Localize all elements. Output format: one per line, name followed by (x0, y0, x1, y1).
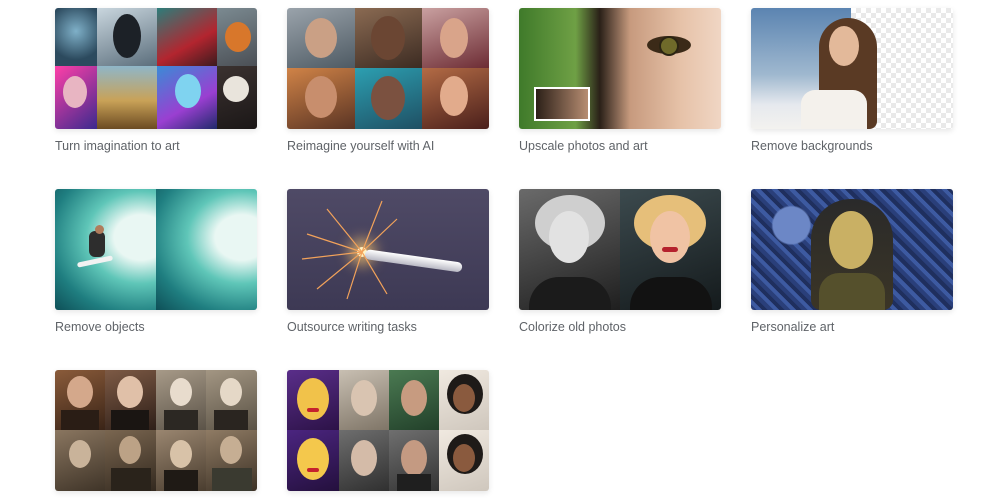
upscale-eye-closeup-image (519, 8, 721, 129)
card-caption: Colorize old photos (519, 320, 627, 334)
card-upscale-photos[interactable]: Upscale photos and art (519, 8, 721, 153)
card-remove-backgrounds[interactable]: Remove backgrounds (751, 8, 953, 153)
remove-objects-surfer-image (55, 189, 257, 310)
card-caption: Personalize art (751, 320, 835, 334)
imagination-art-collage-image (55, 8, 257, 129)
personalized-mona-lisa-image (751, 189, 953, 310)
card-cartoon-portraits[interactable] (287, 370, 489, 501)
sparkler-pen-image (287, 189, 489, 310)
card-remove-objects[interactable]: Remove objects (55, 189, 257, 334)
remove-background-portrait-image (751, 8, 953, 129)
sparks-icon (301, 200, 398, 300)
old-photos-collage-image (55, 370, 257, 491)
card-caption: Reimagine yourself with AI (287, 139, 435, 153)
card-personalize-art[interactable]: Personalize art (751, 189, 953, 334)
colorize-portrait-image (519, 189, 721, 310)
card-reimagine-yourself[interactable]: Reimagine yourself with AI (287, 8, 489, 153)
card-caption: Outsource writing tasks (287, 320, 417, 334)
cartoon-portraits-collage-image (287, 370, 489, 491)
card-imagination-to-art[interactable]: Turn imagination to art (55, 8, 257, 153)
card-caption: Turn imagination to art (55, 139, 180, 153)
card-caption: Remove objects (55, 320, 145, 334)
reimagine-portraits-collage-image (287, 8, 489, 129)
card-caption: Upscale photos and art (519, 139, 648, 153)
card-outsource-writing[interactable]: Outsource writing tasks (287, 189, 489, 334)
card-caption: Remove backgrounds (751, 139, 873, 153)
card-restore-old-photos[interactable] (55, 370, 257, 501)
card-colorize-photos[interactable]: Colorize old photos (519, 189, 721, 334)
